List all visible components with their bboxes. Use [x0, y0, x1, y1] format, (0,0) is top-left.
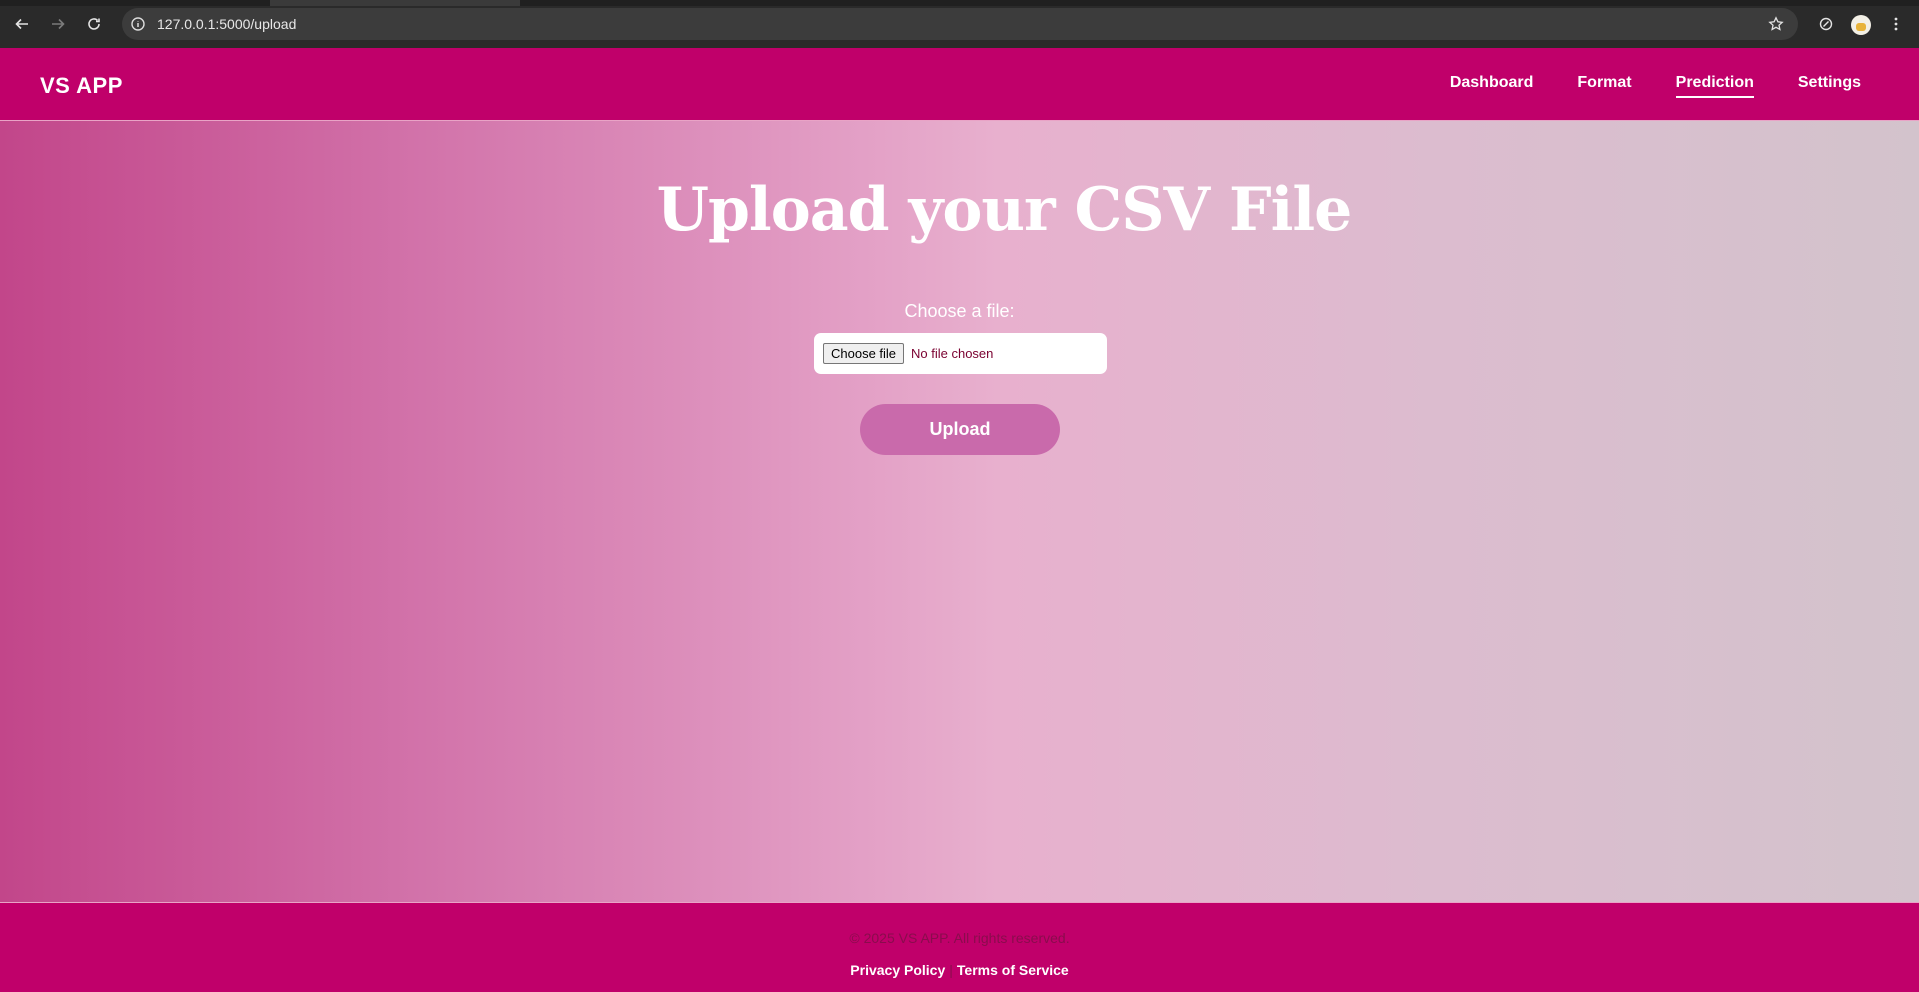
profile-avatar[interactable]: [1851, 15, 1871, 35]
footer-links: Privacy Policy | Terms of Service: [0, 962, 1919, 978]
privacy-policy-link[interactable]: Privacy Policy: [850, 962, 945, 978]
nav-dashboard[interactable]: Dashboard: [1450, 74, 1534, 98]
address-bar[interactable]: 127.0.0.1:5000/upload: [122, 8, 1798, 40]
extensions-icon[interactable]: [1814, 12, 1838, 36]
file-status-text: No file chosen: [911, 346, 994, 361]
footer-separator: |: [949, 962, 953, 978]
back-icon[interactable]: [10, 12, 34, 36]
upload-button[interactable]: Upload: [860, 404, 1060, 455]
app-header: VS APP Dashboard Format Prediction Setti…: [0, 48, 1919, 121]
forward-icon[interactable]: [46, 12, 70, 36]
tab-strip: [0, 0, 1919, 6]
file-label: Choose a file:: [904, 301, 1015, 321]
browser-toolbar: 127.0.0.1:5000/upload: [0, 0, 1919, 48]
file-input[interactable]: Choose file No file chosen: [814, 333, 1107, 374]
site-info-icon[interactable]: [130, 16, 146, 32]
app-footer: © 2025 VS APP. All rights reserved. Priv…: [0, 902, 1919, 992]
brand-logo[interactable]: VS APP: [40, 73, 123, 99]
nav-settings[interactable]: Settings: [1798, 74, 1861, 98]
upload-section: Upload your CSV File Choose a file: Choo…: [0, 121, 1919, 902]
nav-format[interactable]: Format: [1577, 74, 1631, 98]
active-tab[interactable]: [270, 0, 520, 6]
main-nav: Dashboard Format Prediction Settings: [1450, 74, 1861, 98]
terms-of-service-link[interactable]: Terms of Service: [957, 962, 1069, 978]
url-text[interactable]: 127.0.0.1:5000/upload: [157, 16, 296, 32]
page-title: Upload your CSV File: [656, 175, 1353, 245]
choose-file-button[interactable]: Choose file: [823, 343, 905, 364]
copyright-text: © 2025 VS APP. All rights reserved.: [849, 930, 1070, 946]
nav-prediction[interactable]: Prediction: [1675, 74, 1754, 98]
bookmark-star-icon[interactable]: [1768, 16, 1784, 32]
reload-icon[interactable]: [82, 12, 106, 36]
menu-kebab-icon[interactable]: [1884, 12, 1908, 36]
